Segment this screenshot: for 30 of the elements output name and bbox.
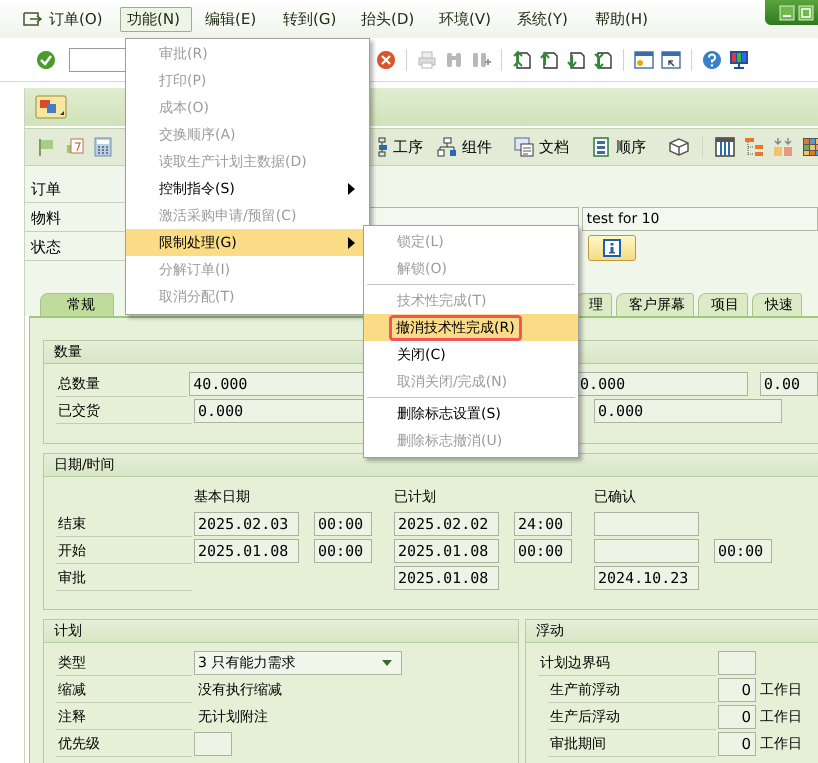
field-label: 缩减 (56, 676, 192, 702)
toolbar-button-label: 顺序 (616, 138, 646, 156)
column-header: 已计划 (394, 488, 437, 506)
unit-label: 工作日 (760, 680, 802, 698)
field-label: 注释 (56, 704, 192, 730)
toolbar-button-label: 工序 (393, 138, 423, 156)
group-title: 日期/时间 (44, 454, 818, 477)
group-title: 浮动 (526, 620, 818, 643)
field-label: 生产后浮动 (548, 704, 716, 730)
description-field: test for 10 (582, 206, 818, 230)
unit-label: 工作日 (760, 708, 802, 726)
field-label: 总数量 (56, 370, 188, 396)
field-label: 审批 (56, 564, 192, 590)
field-label: 优先级 (56, 730, 192, 756)
field-value: 没有执行缩减 (197, 680, 282, 698)
field-label: 类型 (56, 650, 192, 676)
toolbar-button-label: 文档 (539, 138, 569, 156)
unit-label: 工作日 (760, 734, 802, 752)
field-label: 审批期间 (548, 730, 716, 756)
field-label: 计划边界码 (538, 650, 716, 676)
toolbar-button-label: 组件 (462, 138, 492, 156)
dropdown-value: 3 只有能力需求 (198, 654, 296, 672)
column-header: 已确认 (594, 488, 637, 506)
field-value: 无计划附注 (197, 708, 268, 726)
field-label: 结束 (56, 510, 192, 536)
field-label: 开始 (56, 538, 192, 564)
field-label: 生产前浮动 (548, 676, 716, 702)
column-header: 基本日期 (194, 488, 251, 506)
group-title: 计划 (44, 620, 518, 643)
field-label: 已交货 (56, 398, 192, 424)
